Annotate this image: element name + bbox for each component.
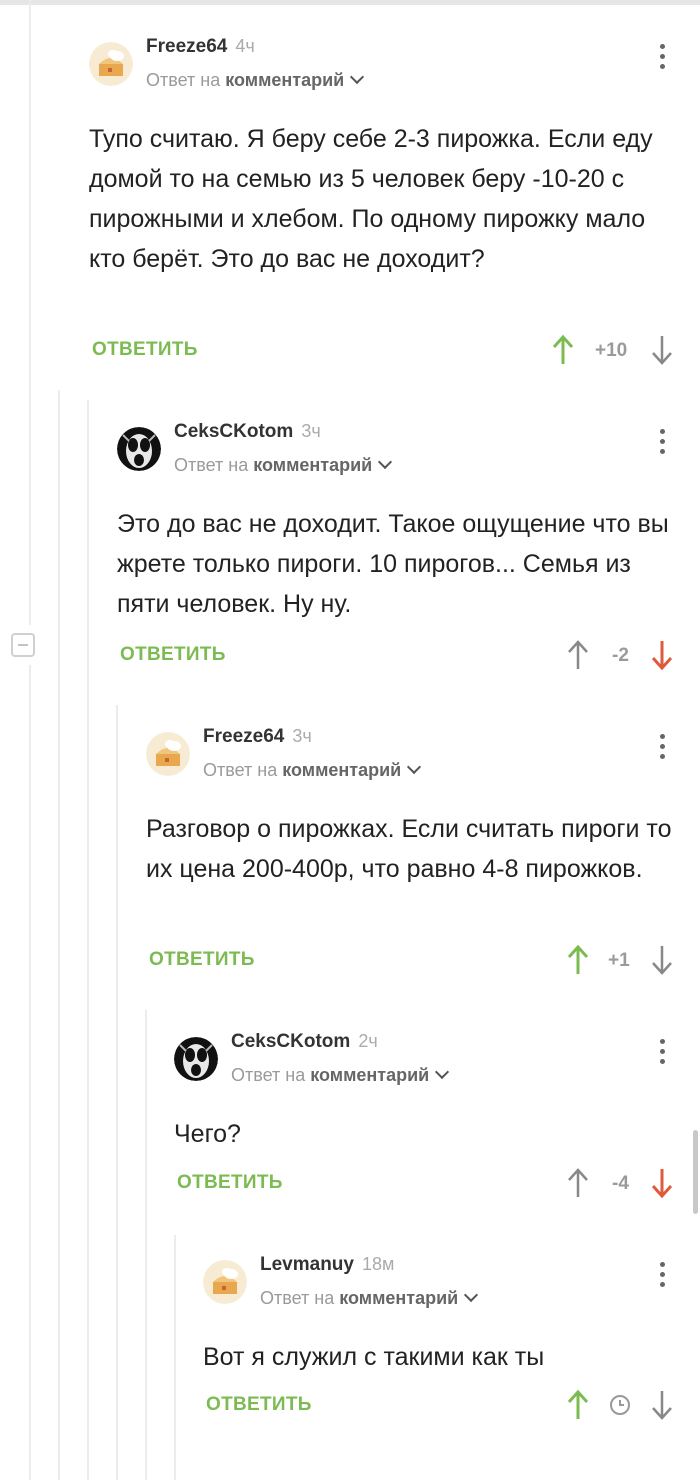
username-text[interactable]: Freeze64 [203, 726, 284, 747]
chevron-down-icon[interactable] [407, 759, 422, 775]
vote-controls: +10 [552, 334, 677, 370]
cake-avatar[interactable] [203, 1260, 247, 1304]
vote-controls [567, 1389, 677, 1425]
comment: Freeze64 4ч Ответ на комментарий Тупо счи… [89, 36, 689, 370]
username-text[interactable]: CeksCKotom [174, 421, 293, 442]
comment-time: 3ч [292, 726, 312, 746]
comment-text: Чего? [174, 1120, 241, 1148]
thread-line [116, 705, 118, 1480]
thread-line [58, 390, 60, 1480]
reply-to-link[interactable]: комментарий [282, 760, 401, 780]
chevron-down-icon[interactable] [435, 1064, 450, 1080]
thread-line [87, 400, 89, 1480]
reply-button[interactable]: ОТВЕТИТЬ [120, 644, 226, 666]
upvote-icon[interactable] [552, 334, 574, 366]
reply-to[interactable]: Ответ на комментарий [231, 1064, 450, 1086]
upvote-icon[interactable] [567, 1389, 589, 1421]
cake-avatar[interactable] [89, 42, 133, 86]
reply-to[interactable]: Ответ на комментарий [174, 454, 393, 476]
reply-to-prefix: Ответ на [260, 1288, 335, 1308]
cake-avatar[interactable] [146, 732, 190, 776]
more-menu-icon[interactable] [657, 1262, 667, 1292]
more-menu-icon[interactable] [657, 429, 667, 459]
comment-time: 3ч [301, 421, 321, 441]
more-menu-icon[interactable] [657, 1039, 667, 1069]
comment: Levmanuy 18м Ответ на комментарий Вот я с… [203, 1254, 691, 1433]
comment: Freeze64 3ч Ответ на комментарий Разговор… [146, 726, 691, 980]
thread-line [145, 1010, 147, 1480]
vote-controls: +1 [567, 944, 677, 980]
chevron-down-icon[interactable] [378, 454, 393, 470]
comment: CeksCKotom 3ч Ответ на комментарий Это до… [117, 421, 692, 675]
comment-text: Тупо считаю. Я беру себе 2-3 пирожка. Ес… [89, 125, 653, 273]
reply-to[interactable]: Ответ на комментарий [203, 759, 422, 781]
comment-text: Разговор о пирожках. Если считать пироги… [146, 815, 672, 883]
downvote-icon[interactable] [651, 639, 673, 671]
username-text[interactable]: Levmanuy [260, 1254, 354, 1275]
chevron-down-icon[interactable] [464, 1287, 479, 1303]
chevron-down-icon[interactable] [350, 69, 365, 85]
reply-to[interactable]: Ответ на комментарий [146, 69, 365, 91]
comment-time: 4ч [235, 36, 255, 56]
vote-controls: -2 [567, 639, 677, 675]
downvote-icon[interactable] [651, 944, 673, 976]
face-avatar[interactable] [174, 1037, 218, 1081]
collapse-thread-button[interactable] [11, 633, 35, 657]
face-avatar[interactable] [117, 427, 161, 471]
comment-time: 18м [361, 1254, 395, 1274]
scrollbar[interactable] [693, 1130, 698, 1214]
upvote-icon[interactable] [567, 1167, 589, 1199]
comment-text: Вот я служил с такими как ты [203, 1343, 545, 1371]
reply-to-prefix: Ответ на [174, 455, 249, 475]
rating-score: -2 [612, 645, 629, 666]
top-edge [0, 0, 700, 5]
username[interactable]: CeksCKotom 3ч [174, 421, 321, 443]
more-menu-icon[interactable] [657, 44, 667, 74]
username-text[interactable]: CeksCKotom [231, 1031, 350, 1052]
reply-to[interactable]: Ответ на комментарий [260, 1287, 479, 1309]
thread-line [174, 1235, 176, 1480]
reply-to-prefix: Ответ на [203, 760, 278, 780]
reply-to-prefix: Ответ на [146, 70, 221, 90]
username[interactable]: Levmanuy 18м [260, 1254, 394, 1276]
rating-score: -4 [612, 1173, 629, 1194]
username[interactable]: Freeze64 3ч [203, 726, 312, 748]
reply-to-prefix: Ответ на [231, 1065, 306, 1085]
more-menu-icon[interactable] [657, 734, 667, 764]
clock-icon [610, 1395, 630, 1415]
downvote-icon[interactable] [651, 1167, 673, 1199]
rating-score: +10 [595, 340, 628, 361]
username-text[interactable]: Freeze64 [146, 36, 227, 57]
comment: CeksCKotom 2ч Ответ на комментарий Чего? … [174, 1031, 691, 1210]
reply-to-link[interactable]: комментарий [225, 70, 344, 90]
comment-time: 2ч [358, 1031, 378, 1051]
downvote-icon[interactable] [651, 1389, 673, 1421]
username[interactable]: CeksCKotom 2ч [231, 1031, 378, 1053]
reply-to-link[interactable]: комментарий [253, 455, 372, 475]
thread-line [29, 665, 31, 1480]
upvote-icon[interactable] [567, 639, 589, 671]
thread-line [29, 0, 31, 625]
reply-button[interactable]: ОТВЕТИТЬ [92, 339, 198, 361]
reply-button[interactable]: ОТВЕТИТЬ [149, 949, 255, 971]
comment-text: Это до вас не доходит. Такое ощущение чт… [117, 510, 669, 618]
downvote-icon[interactable] [651, 334, 673, 366]
vote-controls: -4 [567, 1167, 677, 1203]
reply-to-link[interactable]: комментарий [339, 1288, 458, 1308]
username[interactable]: Freeze64 4ч [146, 36, 255, 58]
reply-button[interactable]: ОТВЕТИТЬ [177, 1172, 283, 1194]
rating-score: +1 [608, 950, 630, 971]
reply-button[interactable]: ОТВЕТИТЬ [206, 1394, 312, 1416]
upvote-icon[interactable] [567, 944, 589, 976]
reply-to-link[interactable]: комментарий [310, 1065, 429, 1085]
